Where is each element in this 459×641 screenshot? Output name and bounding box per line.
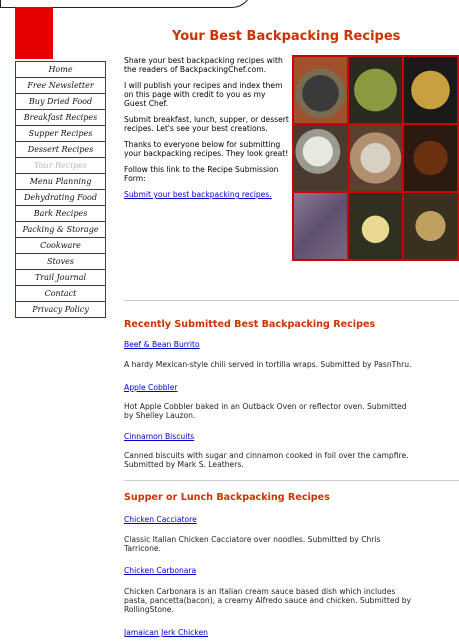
recipe-description: Hot Apple Cobbler baked in an Outback Ov… [124, 402, 407, 411]
sidebar-item-contact[interactable]: Contact [15, 286, 106, 302]
sidebar-item-breakfast-recipes[interactable]: Breakfast Recipes [15, 110, 106, 126]
sidebar-item-dehydrating-food[interactable]: Dehydrating Food [15, 190, 106, 206]
intro-paragraph: Thanks to everyone below for submitting … [124, 140, 289, 158]
recipe-link[interactable]: Jamaican Jerk Chicken [124, 628, 208, 637]
recipe-description: Classic Italian Chicken Cacciatore over … [124, 535, 381, 544]
food-photo [294, 57, 347, 123]
sidebar-item-bark-recipes[interactable]: Bark Recipes [15, 206, 106, 222]
recipe-link[interactable]: Cinnamon Biscuits [124, 432, 194, 441]
intro-paragraph: Follow this link to the Recipe Submissio… [124, 165, 279, 183]
recipe-description: pasta, pancetta(bacon), a creamy Alfredo… [124, 596, 412, 605]
recipe-link[interactable]: Beef & Bean Burrito [124, 340, 200, 349]
food-photo [294, 125, 347, 191]
recipe-link[interactable]: Chicken Cacciatore [124, 515, 197, 524]
sidebar-item-trail-journal[interactable]: Trail Journal [15, 270, 106, 286]
sidebar-item-buy-dried-food[interactable]: Buy Dried Food [15, 94, 106, 110]
sidebar-item-stoves[interactable]: Stoves [15, 254, 106, 270]
food-photo [404, 125, 457, 191]
recipe-description: Submitted by Mark S. Leathers. [124, 460, 244, 469]
recipe-photo-collage [292, 55, 459, 261]
intro-text: Share your best backpacking recipes with… [124, 56, 290, 206]
recipe-description: A hardy Mexican-style chili served in to… [124, 360, 412, 369]
sidebar-item-your-recipes[interactable]: Your Recipes [15, 158, 106, 174]
food-photo [294, 193, 347, 259]
divider [124, 300, 459, 301]
recipe-description: RollingStone. [124, 605, 174, 614]
food-photo [404, 57, 457, 123]
recipe-description: by Shelley Lauzon. [124, 411, 196, 420]
recipe-link[interactable]: Apple Cobbler [124, 383, 178, 392]
food-photo [349, 193, 402, 259]
intro-paragraph: I will publish your recipes and index th… [124, 81, 283, 108]
sidebar-item-home[interactable]: Home [15, 62, 106, 78]
food-photo [404, 193, 457, 259]
section-title-recent: Recently Submitted Best Backpacking Reci… [124, 319, 376, 330]
recipe-description: Chicken Carbonara is an Italian cream sa… [124, 587, 396, 596]
sidebar-item-menu-planning[interactable]: Menu Planning [15, 174, 106, 190]
sidebar-item-free-newsletter[interactable]: Free Newsletter [15, 78, 106, 94]
intro-paragraph: Submit breakfast, lunch, supper, or dess… [124, 115, 289, 133]
sidebar-item-privacy-policy[interactable]: Privacy Policy [15, 302, 106, 318]
sidebar-item-packing-storage[interactable]: Packing & Storage [15, 222, 106, 238]
page-title: Your Best Backpacking Recipes [172, 29, 401, 44]
food-photo [349, 57, 402, 123]
recipe-description: Canned biscuits with sugar and cinnamon … [124, 451, 409, 460]
submit-recipe-link[interactable]: Submit your best backpacking recipes. [124, 190, 272, 199]
divider [124, 480, 459, 481]
sidebar-item-dessert-recipes[interactable]: Dessert Recipes [15, 142, 106, 158]
recipe-description: Tarricone. [124, 544, 161, 553]
logo-red-block [15, 7, 53, 59]
sidebar-item-supper-recipes[interactable]: Supper Recipes [15, 126, 106, 142]
section-title-supper: Supper or Lunch Backpacking Recipes [124, 492, 330, 503]
sidebar-item-cookware[interactable]: Cookware [15, 238, 106, 254]
sidebar-nav: Home Free Newsletter Buy Dried Food Brea… [15, 61, 106, 318]
recipe-link[interactable]: Chicken Carbonara [124, 566, 196, 575]
food-photo [349, 125, 402, 191]
intro-paragraph: Share your best backpacking recipes with… [124, 56, 283, 74]
site-banner [0, 0, 459, 8]
